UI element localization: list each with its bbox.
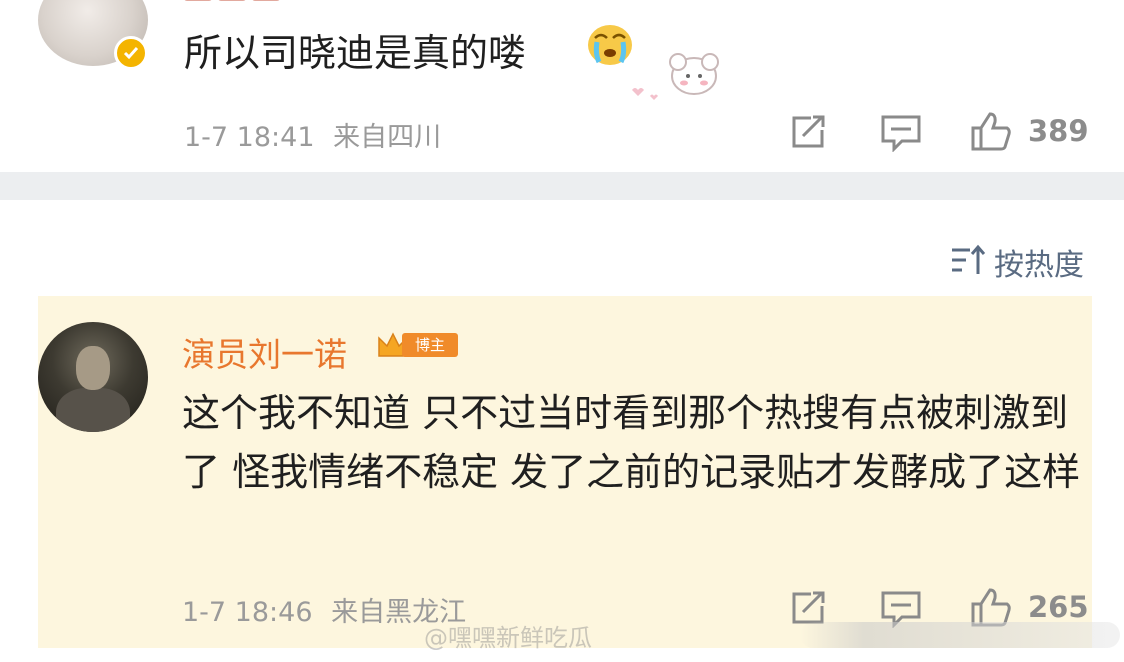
username-obscured[interactable]	[184, 0, 304, 8]
like-count: 265	[1028, 590, 1089, 624]
timestamp: 1-7 18:41	[184, 122, 315, 153]
watermark: @嘿嘿新鲜吃瓜	[424, 624, 592, 652]
blogger-tag: 博主	[402, 333, 458, 357]
share-icon[interactable]	[789, 114, 827, 150]
location: 来自四川	[333, 122, 442, 153]
sheep-sticker-icon	[632, 53, 719, 100]
author-username[interactable]: 演员刘一诺	[182, 328, 347, 376]
timestamp: 1-7 18:46	[182, 597, 313, 628]
avatar[interactable]	[38, 322, 148, 432]
sort-icon	[952, 244, 986, 274]
comment-text: 这个我不知道 只不过当时看到那个热搜有点被刺激到了 怪我情绪不稳定 发了之前的记…	[182, 391, 1081, 494]
comment-meta: 1-7 18:41 来自四川	[184, 115, 441, 154]
like-count: 389	[1028, 114, 1089, 148]
blogger-badge: 博主	[376, 330, 458, 360]
top-comment: 所以司晓迪是真的喽 1-7 18:41 来自四川 389	[0, 0, 1124, 172]
sort-by-hot-button[interactable]: 按热度	[950, 238, 1100, 283]
comment-text: 所以司晓迪是真的喽	[184, 31, 527, 75]
section-divider	[0, 172, 1124, 200]
comment-icon[interactable]	[880, 114, 922, 152]
sort-label: 按热度	[994, 248, 1084, 283]
verified-icon	[114, 36, 148, 70]
share-icon[interactable]	[789, 590, 827, 626]
watermark-bar	[800, 622, 1120, 648]
like-icon[interactable]	[970, 110, 1012, 152]
